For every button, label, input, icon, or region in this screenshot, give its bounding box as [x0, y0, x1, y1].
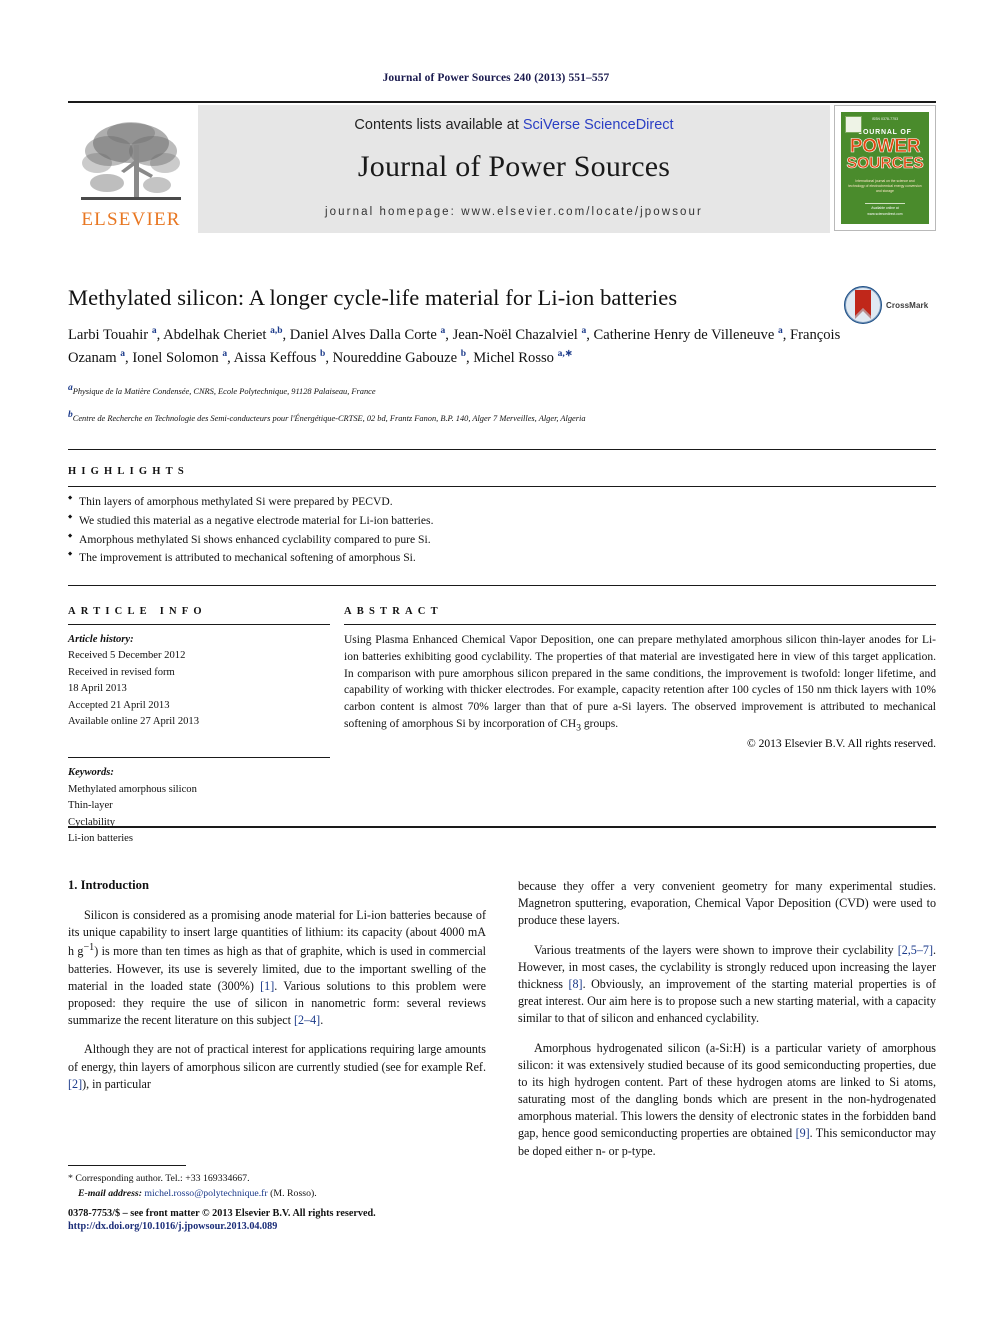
- cover-line-journal-of: JOURNAL OF: [858, 129, 912, 136]
- info-abstract-section: ARTICLE INFO Article history: Received 5…: [68, 606, 936, 847]
- cover-issn-text: ISSN 0378-7753: [871, 117, 899, 121]
- cover-footer-line2: www.sciencedirect.com: [867, 211, 903, 216]
- list-item: The improvement is attributed to mechani…: [68, 549, 936, 568]
- paragraph: because they offer a very convenient geo…: [518, 879, 936, 928]
- article-info-column: ARTICLE INFO Article history: Received 5…: [68, 606, 330, 847]
- corresponding-author-line: * Corresponding author. Tel.: +33 169334…: [68, 1173, 250, 1184]
- article-info-heading: ARTICLE INFO: [68, 606, 207, 617]
- highlights-list: Thin layers of amorphous methylated Si w…: [68, 493, 936, 568]
- list-item: We studied this material as a negative e…: [68, 512, 936, 531]
- history-item: 18 April 2013: [68, 683, 127, 695]
- crossmark-icon: [844, 286, 882, 324]
- abstract-column: ABSTRACT Using Plasma Enhanced Chemical …: [344, 606, 936, 847]
- doi-link[interactable]: http://dx.doi.org/10.1016/j.jpowsour.201…: [68, 1221, 628, 1232]
- journal-title: Journal of Power Sources: [357, 150, 671, 183]
- history-item: Available online 27 April 2013: [68, 716, 200, 728]
- cover-line-power: POWER: [849, 136, 921, 157]
- paragraph: Silicon is considered as a promising ano…: [68, 908, 486, 1028]
- paragraph: Amorphous hydrogenated silicon (a-Si:H) …: [518, 1040, 937, 1158]
- divider-above-abstract: [68, 585, 936, 586]
- elsevier-wordmark: ELSEVIER: [81, 209, 181, 230]
- paragraph: Various treatments of the layers were sh…: [518, 942, 936, 1026]
- contents-prefix: Contents lists available at: [354, 117, 523, 133]
- journal-homepage-link[interactable]: journal homepage: www.elsevier.com/locat…: [325, 206, 703, 218]
- list-item: Thin layers of amorphous methylated Si w…: [68, 493, 936, 512]
- paper-page: Journal of Power Sources 240 (2013) 551–…: [0, 0, 992, 1323]
- keyword-item: Thin-layer: [68, 800, 113, 812]
- keyword-item: Methylated amorphous silicon: [68, 783, 197, 795]
- divider-above-body: [68, 826, 936, 828]
- abstract-rights: © 2013 Elsevier B.V. All rights reserved…: [747, 738, 936, 751]
- article-history-label: Article history:: [68, 634, 134, 645]
- keyword-item: Li-ion batteries: [68, 833, 134, 845]
- cover-blurb: International journal on the science and…: [848, 179, 922, 194]
- abstract-text: Using Plasma Enhanced Chemical Vapor Dep…: [344, 634, 936, 734]
- paragraph: Although they are not of practical inter…: [68, 1042, 486, 1091]
- title-block: Methylated silicon: A longer cycle-life …: [68, 284, 936, 425]
- cover-elsevier-mark-icon: [845, 116, 862, 133]
- article-history-block: Article history: Received 5 December 201…: [68, 632, 330, 730]
- elsevier-tree-icon: [81, 122, 181, 200]
- body-column-right: because they offer a very convenient geo…: [518, 878, 936, 1208]
- section-title-introduction: 1. Introduction: [68, 878, 149, 892]
- divider-above-highlights: [68, 449, 936, 450]
- cover-footer-rule: [865, 203, 905, 205]
- cover-footer: Available online at www.sciencedirect.co…: [841, 203, 929, 217]
- page-title: Methylated silicon: A longer cycle-life …: [68, 285, 678, 310]
- elsevier-logo: ELSEVIER: [68, 105, 194, 233]
- crossmark-label: CrossMark: [886, 300, 929, 310]
- sciencedirect-link[interactable]: SciVerse ScienceDirect: [523, 117, 674, 133]
- list-item: Amorphous methylated Si shows enhanced c…: [68, 531, 936, 550]
- keywords-rule: [68, 757, 330, 759]
- history-item: Received in revised form: [68, 666, 175, 678]
- history-item: Received 5 December 2012: [68, 650, 186, 662]
- affiliation-b: bCentre de Recherche en Technologie des …: [68, 408, 936, 425]
- affiliation-a: aPhysique de la Matière Condensée, CNRS,…: [68, 381, 936, 398]
- affiliation-b-text: Centre de Recherche en Technologie des S…: [72, 414, 586, 424]
- footnote-rule: [68, 1165, 186, 1166]
- affiliation-a-text: Physique de la Matière Condensée, CNRS, …: [72, 386, 376, 396]
- author-list: Larbi Touahir a, Abdelhak Cheriet a,b, D…: [68, 326, 841, 366]
- journal-cover-thumbnail: ISSN 0378-7753 JOURNAL OF POWER SOURCES …: [834, 105, 936, 231]
- history-item: Accepted 21 April 2013: [68, 699, 170, 711]
- running-head: Journal of Power Sources 240 (2013) 551–…: [382, 72, 610, 84]
- body-columns: 1. Introduction Silicon is considered as…: [68, 878, 936, 1208]
- issn-front-matter: 0378-7753/$ – see front matter © 2013 El…: [68, 1208, 376, 1219]
- keywords-label: Keywords:: [68, 767, 114, 779]
- keyword-item: Cyclability: [68, 816, 116, 828]
- journal-masthead: ELSEVIER Contents lists available at Sci…: [68, 101, 936, 233]
- crossmark-badge[interactable]: CrossMark: [844, 284, 936, 326]
- article-info-rule: [68, 624, 330, 625]
- highlights-heading: HIGHLIGHTS: [68, 466, 189, 477]
- abstract-rule: [344, 624, 936, 625]
- contents-available-line: Contents lists available at SciVerse Sci…: [354, 117, 673, 133]
- contents-banner: Contents lists available at SciVerse Sci…: [198, 105, 830, 233]
- corresponding-author-footnote: * Corresponding author. Tel.: +33 169334…: [68, 1165, 486, 1202]
- highlights-rule: [68, 486, 936, 487]
- keywords-block: Keywords: Methylated amorphous silicon T…: [68, 757, 330, 847]
- highlights-section: HIGHLIGHTS Thin layers of amorphous meth…: [68, 466, 936, 568]
- cover-line-sources: SOURCES: [846, 155, 924, 173]
- page-footer: 0378-7753/$ – see front matter © 2013 El…: [68, 1208, 628, 1232]
- cover-art: ISSN 0378-7753 JOURNAL OF POWER SOURCES …: [841, 112, 929, 224]
- body-column-left: 1. Introduction Silicon is considered as…: [68, 878, 486, 1208]
- email-line[interactable]: E-mail address: michel.rosso@polytechniq…: [68, 1187, 486, 1202]
- abstract-heading: ABSTRACT: [344, 606, 443, 617]
